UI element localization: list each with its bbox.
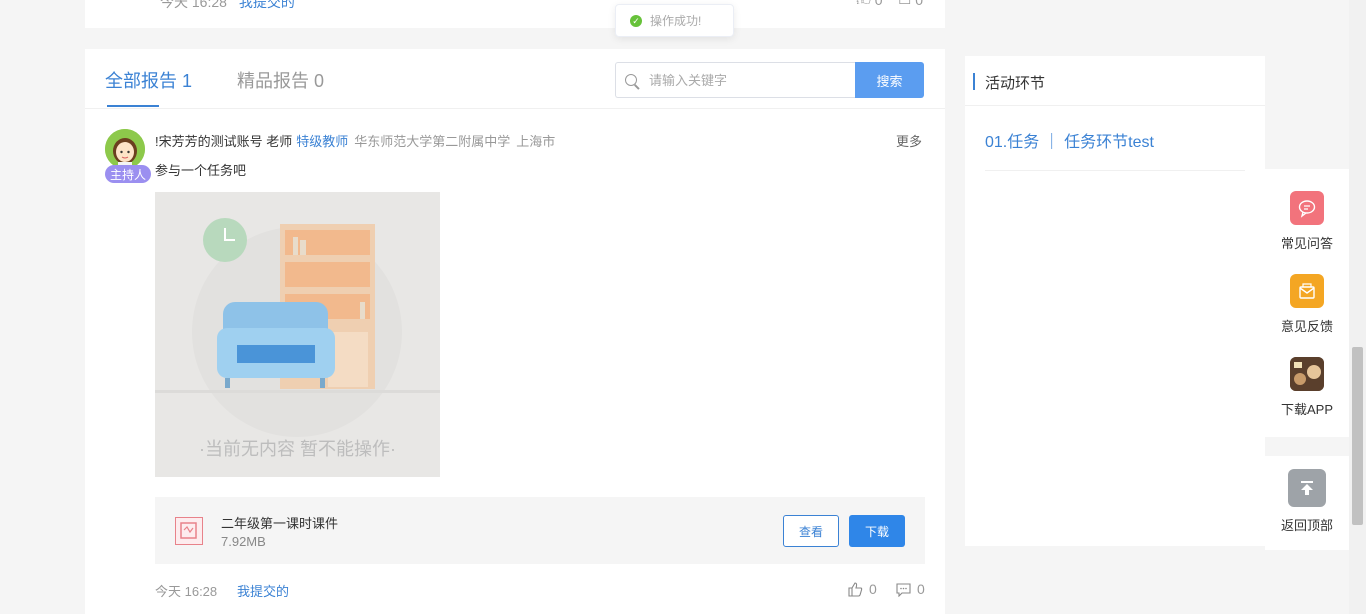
search-input[interactable]: [647, 71, 841, 89]
like-count: 0: [869, 581, 877, 597]
back-to-top-tool[interactable]: 返回顶部: [1265, 469, 1349, 534]
activity-stages-panel: 活动环节 01.任务 ｜ 任务环节test: [965, 56, 1265, 546]
view-button[interactable]: 查看: [783, 515, 839, 547]
panel-title-accent: [973, 73, 975, 90]
previous-post-submitted-link[interactable]: 我提交的: [239, 0, 295, 10]
thumbs-up-icon: [848, 581, 863, 597]
presentation-file-icon: [175, 517, 203, 545]
active-tab-indicator: [107, 105, 159, 107]
avatar[interactable]: [105, 129, 145, 169]
back-to-top-label: 返回顶部: [1280, 518, 1333, 533]
previous-post-time: 今天 16:28: [160, 0, 227, 10]
previous-post-card: 今天 16:28 我提交的 👍︎ 0 ▭ 0: [85, 0, 945, 28]
author-rank: 特级教师: [296, 134, 349, 149]
attachment-item: 二年级第一课时课件 7.92MB 查看 下载: [155, 497, 925, 564]
download-button[interactable]: 下载: [849, 515, 905, 547]
panel-title: 活动环节: [985, 75, 1046, 92]
author-school: 华东师范大学第二附属中学: [354, 134, 511, 149]
comment-icon[interactable]: ▭: [898, 0, 911, 8]
search-icon: [625, 74, 637, 86]
check-circle-icon: ✓: [630, 14, 642, 27]
download-app-tool[interactable]: 下载APP: [1265, 357, 1349, 418]
previous-post-comments: 0: [915, 0, 923, 8]
floating-toolbar: 常见问答 意见反馈 下载APP: [1265, 169, 1349, 437]
post-time: 今天 16:28: [155, 584, 218, 599]
app-thumbnail-icon: [1290, 357, 1324, 391]
previous-post-likes: 0: [874, 0, 883, 8]
comment-icon: [896, 582, 911, 597]
success-toast: ✓ 操作成功!: [615, 4, 734, 37]
arrow-up-icon: [1288, 469, 1326, 507]
download-app-label: 下载APP: [1280, 402, 1333, 417]
tab-all-reports[interactable]: 全部报告 1: [105, 67, 192, 93]
author-name[interactable]: !宋芳芳的测试账号 老师: [155, 134, 292, 149]
author-city: 上海市: [516, 134, 556, 149]
toast-message: 操作成功!: [650, 14, 702, 28]
chat-icon: [1290, 191, 1324, 225]
avatar-illustration-icon: [105, 129, 145, 169]
like-button[interactable]: 0: [848, 581, 877, 597]
feedback-label: 意见反馈: [1280, 319, 1333, 334]
stage-item-task[interactable]: 01.任务 ｜ 任务环节test: [985, 128, 1154, 152]
search-box: [615, 62, 855, 98]
post-image[interactable]: ·当前无内容 暂不能操作·: [155, 192, 440, 477]
comment-count: 0: [917, 581, 925, 597]
post-content: 参与一个任务吧: [155, 163, 247, 178]
feedback-tool[interactable]: 意见反馈: [1265, 274, 1349, 335]
panel-divider: [965, 105, 1265, 106]
stage-item-divider: [985, 170, 1245, 171]
comment-button[interactable]: 0: [896, 581, 925, 597]
empty-state-caption: ·当前无内容 暂不能操作·: [199, 439, 396, 459]
previous-post-stats: 👍︎ 0 ▭ 0: [856, 0, 923, 9]
file-name: 二年级第一课时课件: [221, 516, 339, 531]
post-author-line: !宋芳芳的测试账号 老师 特级教师 华东师范大学第二附属中学 上海市: [155, 131, 555, 150]
more-link[interactable]: 更多: [896, 131, 922, 150]
faq-label: 常见问答: [1280, 236, 1333, 251]
submitted-by-me-link[interactable]: 我提交的: [237, 581, 289, 600]
tab-featured-reports[interactable]: 精品报告 0: [237, 67, 324, 93]
search-button[interactable]: 搜索: [855, 62, 924, 98]
tabs-divider: [85, 108, 945, 109]
previous-post-meta: 今天 16:28 我提交的: [160, 0, 295, 12]
reports-card: 全部报告 1 精品报告 0 搜索 主持人 !宋芳芳的测试账号 老师特级教师华东师…: [85, 49, 945, 614]
thumbs-up-icon[interactable]: 👍︎: [856, 0, 871, 8]
host-badge: 主持人: [105, 165, 151, 183]
faq-tool[interactable]: 常见问答: [1265, 191, 1349, 252]
scrollbar-thumb[interactable]: [1352, 347, 1363, 525]
feedback-icon: [1290, 274, 1324, 308]
file-size: 7.92MB: [221, 534, 266, 549]
back-to-top-panel: 返回顶部: [1265, 456, 1349, 550]
